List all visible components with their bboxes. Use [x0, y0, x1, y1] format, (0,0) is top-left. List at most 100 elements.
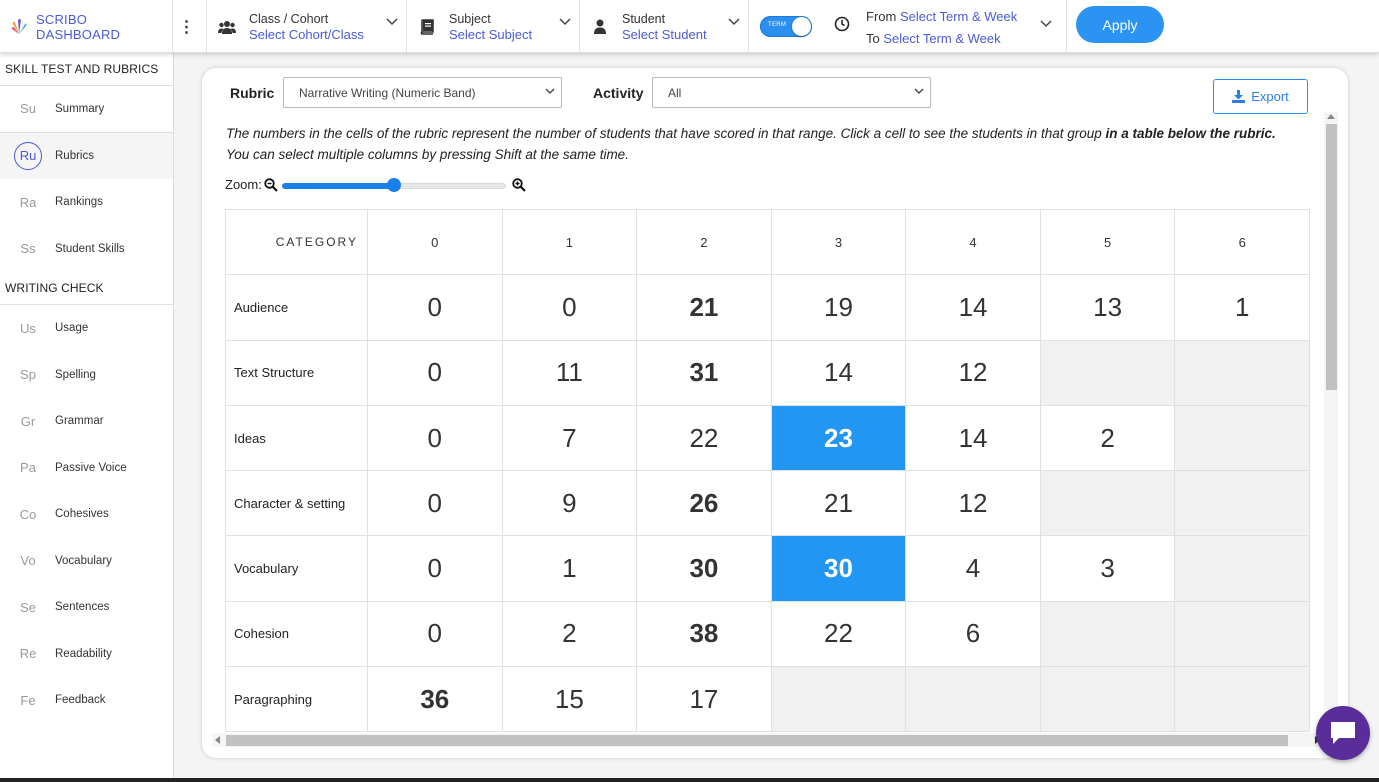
rubric-cell[interactable]: 21 — [636, 274, 772, 341]
rubric-cell[interactable]: 0 — [367, 339, 503, 406]
rubric-cell[interactable]: 19 — [770, 274, 907, 341]
rubric-select[interactable]: Narrative Writing (Numeric Band) — [283, 77, 562, 108]
chevron-down-icon[interactable] — [386, 18, 398, 26]
sidebar-item-rubrics[interactable]: Ru Rubrics — [0, 132, 173, 179]
subject-filter[interactable]: Subject Select Subject — [406, 0, 579, 53]
sidebar-item-abbr: Re — [19, 646, 37, 662]
sidebar-item-spelling[interactable]: Sp Spelling — [0, 352, 173, 399]
export-button[interactable]: Export — [1213, 79, 1308, 114]
rubric-cell[interactable]: 17 — [636, 666, 772, 732]
rubric-cell[interactable]: 36 — [367, 666, 503, 732]
term-week-range[interactable]: From Select Term & Week To Select Term &… — [866, 6, 1017, 50]
rubric-cell[interactable]: 0 — [367, 535, 503, 602]
rubric-cell[interactable]: 2 — [1039, 404, 1176, 472]
rubric-cell[interactable]: 38 — [636, 600, 772, 668]
sidebar-item-usage[interactable]: Us Usage — [0, 305, 173, 352]
chat-button[interactable] — [1316, 706, 1370, 760]
rubric-cell[interactable]: 14 — [905, 274, 1041, 341]
divider — [1066, 0, 1067, 53]
rubric-cell[interactable]: 3 — [1039, 535, 1176, 602]
vertical-scrollbar[interactable] — [1324, 112, 1338, 742]
chevron-down-icon[interactable] — [1040, 20, 1052, 28]
rubric-cell[interactable]: 9 — [501, 470, 638, 537]
note-line1-bold: in a table below the rubric. — [1105, 126, 1276, 141]
rubric-cell[interactable]: 14 — [770, 339, 907, 406]
rubric-cell[interactable]: 21 — [770, 470, 907, 537]
column-header[interactable]: 1 — [501, 209, 638, 276]
activity-select[interactable]: All — [652, 77, 931, 108]
rubric-cell[interactable]: 31 — [636, 339, 772, 406]
term-toggle[interactable]: TERM — [760, 16, 812, 37]
vertical-scroll-thumb[interactable] — [1326, 124, 1337, 390]
rubric-cell[interactable]: 30 — [770, 535, 907, 602]
column-header[interactable]: 0 — [367, 209, 503, 276]
rubric-cell[interactable]: 0 — [367, 470, 503, 537]
to-label: To — [866, 31, 880, 46]
scroll-up-arrow[interactable] — [1327, 114, 1335, 119]
rubric-cell[interactable]: 6 — [905, 600, 1041, 668]
scroll-left-arrow[interactable] — [215, 736, 220, 744]
more-menu-icon[interactable]: ⋮ — [172, 0, 200, 53]
rubric-cell[interactable]: 7 — [501, 404, 638, 472]
rubric-cell[interactable]: 15 — [501, 666, 638, 732]
zoom-slider-thumb[interactable] — [386, 177, 401, 192]
rubric-cell[interactable]: 13 — [1039, 274, 1176, 341]
rubric-cell[interactable]: 22 — [636, 404, 772, 472]
zoom-slider[interactable] — [281, 177, 506, 192]
rubric-cell[interactable]: 4 — [905, 535, 1041, 602]
rubric-cell[interactable]: 0 — [367, 274, 503, 341]
sidebar-item-label: Vocabulary — [55, 554, 112, 567]
rubric-cell[interactable]: 23 — [770, 404, 907, 472]
divider — [748, 0, 749, 53]
sidebar-item-summary[interactable]: Su Summary — [0, 86, 173, 133]
rubric-cell[interactable]: 12 — [905, 470, 1041, 537]
class-cohort-filter[interactable]: Class / Cohort Select Cohort/Class — [206, 0, 406, 53]
rubric-cell[interactable]: 26 — [636, 470, 772, 537]
column-header[interactable]: 6 — [1174, 209, 1310, 276]
sidebar-item-student-skills[interactable]: Ss Student Skills — [0, 226, 173, 273]
rubric-cell[interactable]: 30 — [636, 535, 772, 602]
sidebar-item-cohesives[interactable]: Co Cohesives — [0, 491, 173, 538]
chevron-down-icon[interactable] — [559, 18, 571, 26]
to-value[interactable]: Select Term & Week — [883, 31, 1000, 46]
sidebar-item-rankings[interactable]: Ra Rankings — [0, 179, 173, 226]
rubric-cell[interactable]: 11 — [501, 339, 638, 406]
rubric-cell[interactable]: 1 — [1174, 274, 1310, 341]
rubric-cell[interactable]: 0 — [501, 274, 638, 341]
sidebar-item-readability[interactable]: Re Readability — [0, 631, 173, 678]
brand[interactable]: SCRIBO DASHBOARD — [0, 0, 172, 53]
column-header[interactable]: 4 — [905, 209, 1041, 276]
sidebar-item-feedback[interactable]: Fe Feedback — [0, 677, 173, 724]
horizontal-scroll-thumb[interactable] — [226, 735, 1288, 746]
sidebar-item-label: Rankings — [55, 196, 103, 209]
apply-button[interactable]: Apply — [1076, 6, 1164, 43]
download-icon — [1232, 90, 1246, 103]
zoom-out-icon[interactable] — [264, 177, 278, 192]
sidebar-item-label: Summary — [55, 102, 105, 115]
chevron-down-icon[interactable] — [728, 18, 740, 26]
sidebar-item-sentences[interactable]: Se Sentences — [0, 584, 173, 631]
row-category-label: Cohesion — [225, 600, 368, 668]
rubric-cell[interactable]: 2 — [501, 600, 638, 668]
export-label: Export — [1251, 89, 1289, 104]
class-cohort-value[interactable]: Select Cohort/Class — [249, 27, 364, 43]
rubric-cell[interactable]: 0 — [367, 404, 503, 472]
rubric-cell[interactable]: 22 — [770, 600, 907, 668]
sidebar-item-grammar[interactable]: Gr Grammar — [0, 398, 173, 445]
column-header[interactable]: 5 — [1039, 209, 1176, 276]
sidebar-item-passive-voice[interactable]: Pa Passive Voice — [0, 445, 173, 492]
student-filter[interactable]: Student Select Student — [579, 0, 748, 53]
rubric-cell[interactable]: 12 — [905, 339, 1041, 406]
horizontal-scrollbar[interactable] — [212, 733, 1322, 747]
column-header[interactable]: 2 — [636, 209, 772, 276]
sidebar-item-vocabulary[interactable]: Vo Vocabulary — [0, 538, 173, 585]
rubric-cell[interactable]: 1 — [501, 535, 638, 602]
rubric-cell[interactable]: 0 — [367, 600, 503, 668]
from-value[interactable]: Select Term & Week — [900, 9, 1017, 24]
student-value[interactable]: Select Student — [622, 27, 707, 43]
row-category-label: Audience — [225, 274, 368, 341]
column-header[interactable]: 3 — [770, 209, 907, 276]
zoom-in-icon[interactable] — [512, 177, 526, 192]
rubric-cell[interactable]: 14 — [905, 404, 1041, 472]
subject-value[interactable]: Select Subject — [449, 27, 532, 43]
